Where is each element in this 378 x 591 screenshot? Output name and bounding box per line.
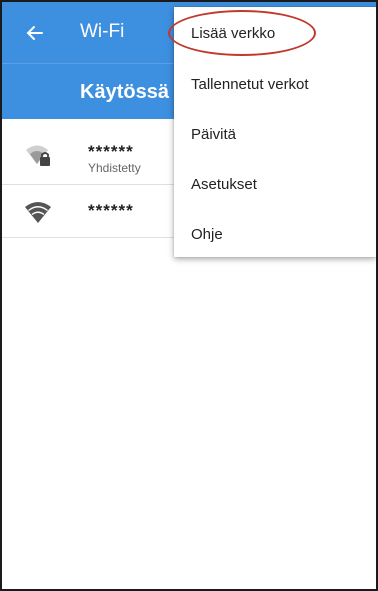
- wifi-lock-icon: [26, 145, 50, 166]
- network-name: ******: [88, 142, 134, 161]
- arrow-left-icon: [26, 26, 43, 40]
- network-name: ******: [88, 201, 134, 220]
- overflow-menu: Lisää verkko Tallennetut verkot Päivitä …: [174, 7, 376, 257]
- wifi-icon: [25, 202, 51, 223]
- page-title: Wi-Fi: [80, 21, 125, 42]
- menu-item-refresh[interactable]: Päivitä: [174, 109, 376, 159]
- network-status: Yhdistetty: [88, 161, 141, 175]
- wifi-enable-label: Käytössä: [80, 81, 169, 103]
- menu-item-saved-networks[interactable]: Tallennetut verkot: [174, 59, 376, 109]
- back-button[interactable]: [20, 18, 50, 48]
- menu-item-help[interactable]: Ohje: [174, 209, 376, 259]
- screen: Wi-Fi Käytössä ****** Yhdistetty ****** …: [0, 0, 378, 591]
- menu-item-settings[interactable]: Asetukset: [174, 159, 376, 209]
- menu-item-add-network[interactable]: Lisää verkko: [174, 7, 376, 59]
